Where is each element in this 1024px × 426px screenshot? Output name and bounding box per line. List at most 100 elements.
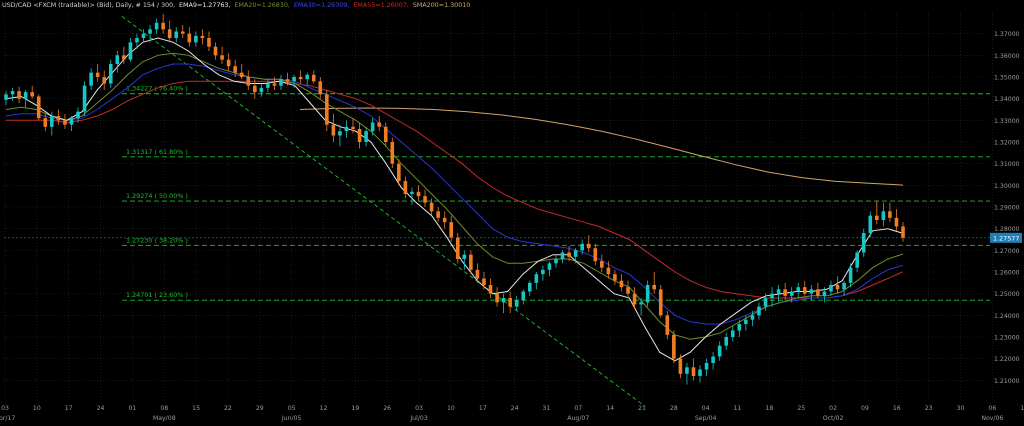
ema9-label: EMA9=1.27763, bbox=[179, 1, 231, 9]
candle-body bbox=[56, 116, 61, 121]
candle-body bbox=[462, 254, 467, 259]
candle-body bbox=[508, 298, 512, 307]
candle-body bbox=[469, 254, 473, 270]
time-tick-label: 19 bbox=[351, 405, 359, 412]
candle-body bbox=[364, 131, 368, 142]
time-tick-label: 25 bbox=[797, 405, 805, 412]
candle-body bbox=[357, 129, 362, 142]
time-tick-label: 24 bbox=[97, 405, 105, 412]
candle-body bbox=[43, 118, 48, 127]
candle-body bbox=[449, 222, 454, 238]
fib-trendline bbox=[121, 15, 646, 407]
candle-body bbox=[848, 267, 853, 283]
price-tick-label: 1.22000 bbox=[994, 356, 1020, 363]
candle-body bbox=[305, 74, 309, 80]
price-tick-label: 1.29000 bbox=[994, 205, 1020, 212]
candle-body bbox=[672, 334, 676, 359]
sma200-line bbox=[299, 107, 904, 186]
candle-body bbox=[325, 94, 329, 125]
trendline bbox=[121, 15, 646, 407]
candle-body bbox=[901, 226, 905, 238]
candle-body bbox=[619, 280, 624, 288]
candle-body bbox=[501, 298, 506, 303]
chart-window: 1.34227 ( 76.40% ) 1.31317 ( 61.80% ) 1.29… bbox=[0, 0, 1024, 426]
symbol-label: USD/CAD <FXCM (tradable)> (Bid), Daily, … bbox=[2, 1, 176, 9]
candle-body bbox=[76, 111, 80, 119]
candle-body bbox=[809, 289, 814, 294]
candle-body bbox=[744, 319, 748, 324]
candle-body bbox=[82, 85, 87, 112]
candle-body bbox=[776, 289, 781, 294]
candle-body bbox=[266, 83, 270, 88]
candle-body bbox=[194, 35, 198, 43]
price-tick-label: 1.31000 bbox=[994, 161, 1020, 168]
time-tick-label: 23 bbox=[925, 405, 933, 412]
price-tick-label: 1.21000 bbox=[994, 378, 1020, 385]
candle-body bbox=[89, 72, 93, 86]
time-tick-label: 09 bbox=[861, 405, 869, 412]
candle-body bbox=[488, 285, 493, 294]
candle-body bbox=[220, 55, 224, 60]
candle-body bbox=[10, 91, 15, 95]
ema30-label: EMA30=1.26309, bbox=[293, 1, 350, 9]
time-tick-label: 13 bbox=[1020, 405, 1024, 412]
price-chart: 1.34227 ( 76.40% )1.31317 ( 61.80% )1.29… bbox=[0, 12, 1024, 422]
candle-body bbox=[50, 116, 54, 127]
candle-body bbox=[455, 237, 460, 259]
month-label: Aug/07 bbox=[567, 415, 589, 422]
price-tick-label: 1.36000 bbox=[994, 53, 1020, 60]
candle-body bbox=[377, 122, 382, 127]
candle-body bbox=[482, 278, 486, 285]
time-tick-label: 07 bbox=[574, 405, 582, 412]
candle-body bbox=[875, 215, 879, 220]
time-tick-label: 22 bbox=[224, 405, 232, 412]
candle-body bbox=[678, 358, 683, 374]
time-tick-label: 11 bbox=[734, 405, 742, 412]
candle-body bbox=[750, 315, 755, 320]
candle-body bbox=[527, 282, 532, 292]
candle-body bbox=[685, 367, 689, 374]
time-tick-label: 03 bbox=[415, 405, 423, 412]
candle-body bbox=[652, 285, 656, 290]
candle-body bbox=[239, 72, 244, 77]
candle-body bbox=[868, 215, 873, 233]
time-tick-label: 03 bbox=[1, 405, 9, 412]
time-axis: 03 10 17 24 01 08 15 22 29 05 12 19 26 03 10 17 24 31 07 14… bbox=[0, 405, 1024, 422]
candle-body bbox=[861, 233, 866, 253]
candle-body bbox=[63, 120, 67, 125]
last-price-label: 1.27577 bbox=[993, 234, 1019, 242]
candle-body bbox=[200, 35, 205, 38]
candle-body bbox=[338, 131, 342, 136]
candle-body bbox=[246, 77, 251, 86]
time-tick-label: 04 bbox=[702, 405, 710, 412]
candle-body bbox=[4, 94, 8, 100]
price-tick-label: 1.24000 bbox=[994, 313, 1020, 320]
candle-body bbox=[187, 33, 192, 43]
candle-body bbox=[757, 306, 761, 316]
time-tick-label: 15 bbox=[192, 405, 200, 412]
fib-level-label: 1.24701 ( 23.60% ) bbox=[126, 291, 188, 299]
candle-body bbox=[108, 64, 113, 84]
candle-body bbox=[331, 124, 336, 136]
month-label: Nov/06 bbox=[981, 415, 1003, 422]
candle-body bbox=[789, 291, 794, 296]
candle-body bbox=[148, 29, 152, 34]
candle-body bbox=[17, 91, 21, 99]
candle-body bbox=[711, 356, 715, 363]
candle-body bbox=[534, 274, 539, 283]
candle-body bbox=[783, 289, 787, 296]
candle-body bbox=[318, 81, 323, 95]
candle-body bbox=[298, 77, 303, 80]
candle-body bbox=[23, 92, 28, 99]
price-tick-label: 1.35000 bbox=[994, 75, 1020, 82]
time-tick-label: 06 bbox=[988, 405, 996, 412]
candle-body bbox=[802, 287, 807, 294]
candle-body bbox=[724, 337, 729, 346]
candle-body bbox=[344, 126, 349, 132]
candle-body bbox=[436, 211, 440, 218]
fibonacci-levels: 1.34227 ( 76.40% )1.31317 ( 61.80% )1.29… bbox=[122, 85, 990, 301]
candle-body bbox=[390, 142, 395, 164]
time-tick-label: 02 bbox=[829, 405, 837, 412]
time-tick-label: 21 bbox=[638, 405, 646, 412]
candle-body bbox=[796, 287, 801, 292]
